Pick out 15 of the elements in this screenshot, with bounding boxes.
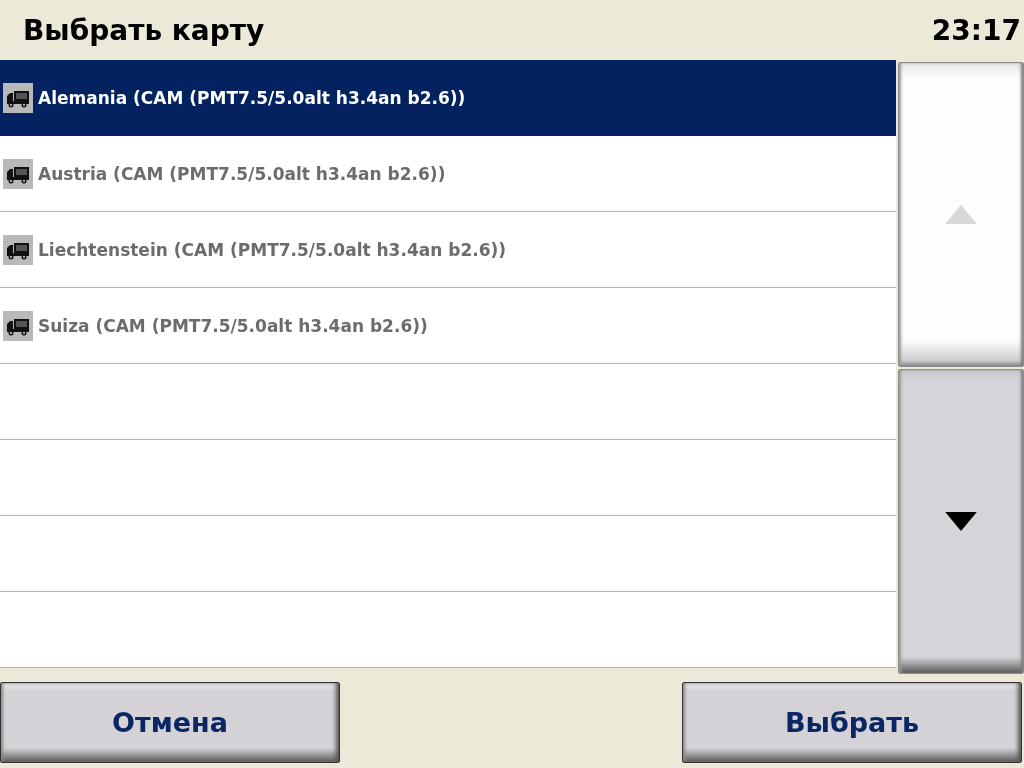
triangle-down-icon xyxy=(945,512,977,531)
truck-icon xyxy=(3,158,33,189)
truck-icon xyxy=(3,310,33,341)
truck-icon xyxy=(3,83,33,113)
map-list-item[interactable]: Liechtenstein (CAM (PMT7.5/5.0alt h3.4an b2.6)) xyxy=(0,212,896,287)
truck-icon xyxy=(3,234,33,265)
cancel-button[interactable]: Отмена xyxy=(0,682,340,763)
map-list-item[interactable]: Alemania (CAM (PMT7.5/5.0alt h3.4an b2.6)) xyxy=(0,60,896,136)
map-list-item[interactable]: Suiza (CAM (PMT7.5/5.0alt h3.4an b2.6)) xyxy=(0,288,896,363)
map-list-item[interactable]: Austria (CAM (PMT7.5/5.0alt h3.4an b2.6)) xyxy=(0,136,896,211)
select-button[interactable]: Выбрать xyxy=(682,682,1022,763)
clock: 23:17 xyxy=(931,13,1021,47)
scroll-down-button[interactable] xyxy=(898,369,1024,674)
triangle-up-icon xyxy=(945,205,977,224)
screen-title: Выбрать карту xyxy=(23,13,265,47)
